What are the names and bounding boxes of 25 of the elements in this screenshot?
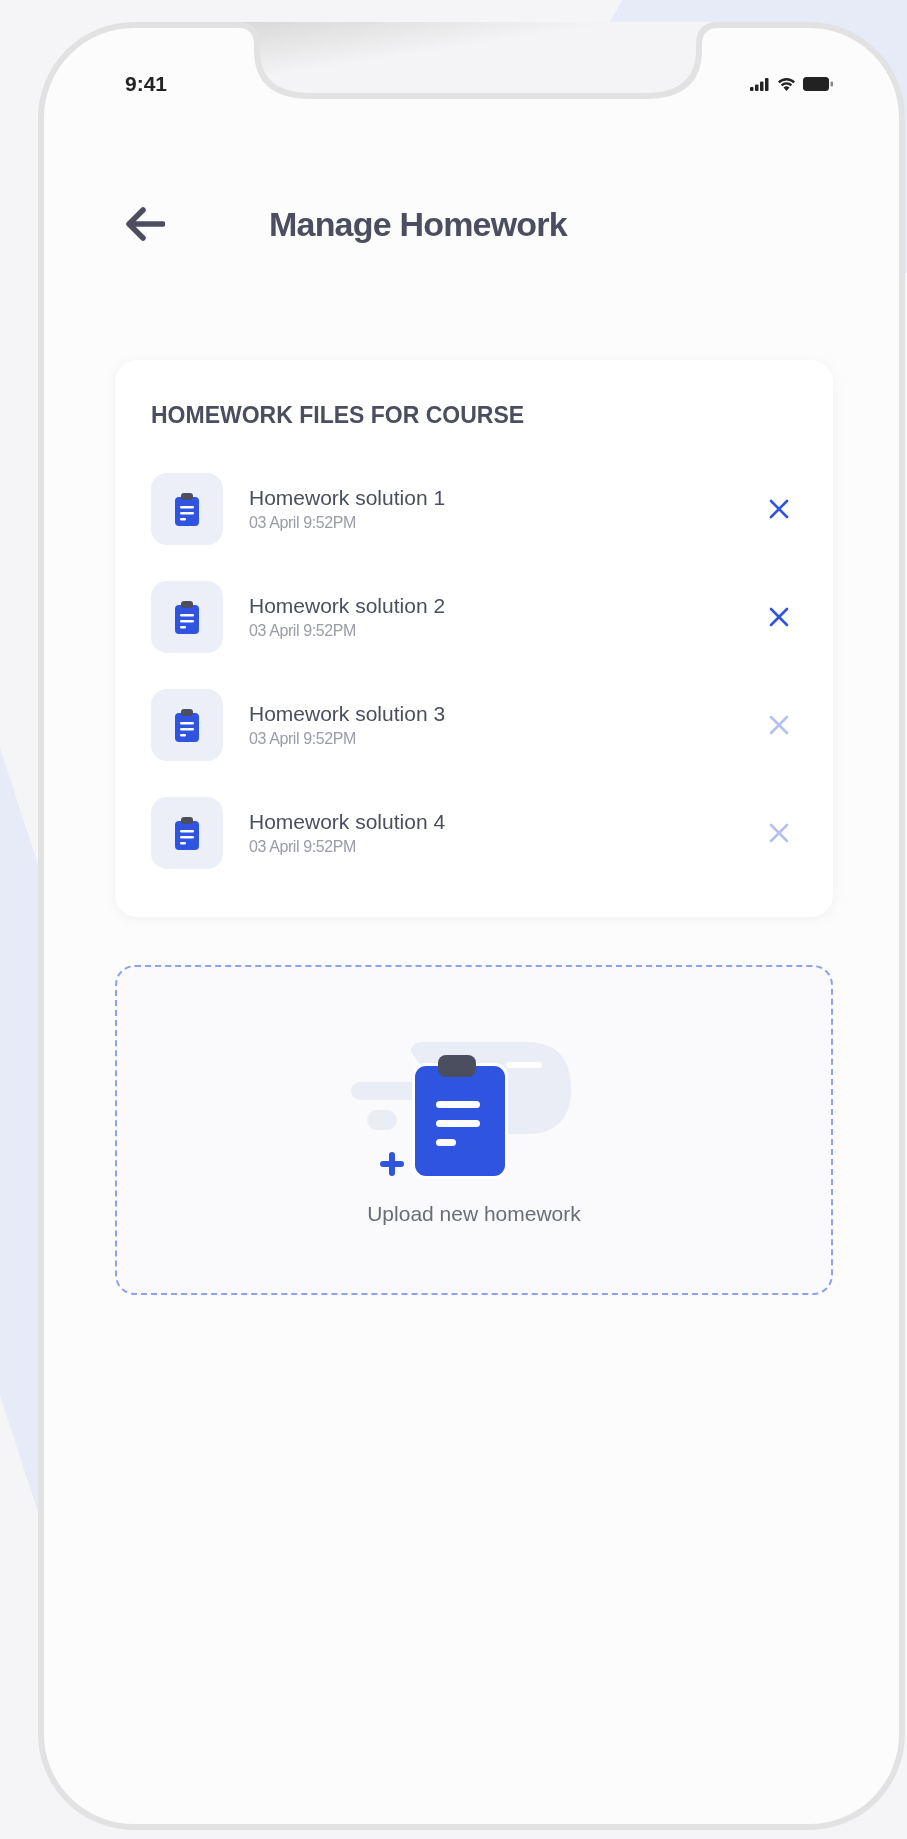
signal-icon <box>750 77 770 91</box>
file-date: 03 April 9:52PM <box>249 514 356 532</box>
file-date: 03 April 9:52PM <box>249 622 356 640</box>
wifi-icon <box>777 77 796 91</box>
clipboard-icon <box>151 689 223 761</box>
close-icon <box>769 823 789 843</box>
back-button[interactable] <box>123 204 167 244</box>
file-name: Homework solution 3 <box>249 702 446 726</box>
card-heading: HOMEWORK FILES FOR COURSE <box>151 402 526 429</box>
close-icon <box>769 607 789 627</box>
file-date: 03 April 9:52PM <box>249 730 356 748</box>
clipboard-icon <box>151 581 223 653</box>
page-title: Manage Homework <box>269 204 567 244</box>
clipboard-icon <box>151 473 223 545</box>
file-name: Homework solution 1 <box>249 486 446 510</box>
file-date: 03 April 9:52PM <box>249 838 356 856</box>
file-name: Homework solution 4 <box>249 810 446 834</box>
close-icon <box>769 499 789 519</box>
upload-dropzone[interactable]: Upload new homework <box>115 965 833 1295</box>
back-arrow-icon <box>125 207 165 241</box>
clipboard-icon <box>151 797 223 869</box>
close-icon <box>769 715 789 735</box>
status-time: 9:41 <box>125 72 168 96</box>
battery-icon <box>803 77 833 91</box>
file-name: Homework solution 2 <box>249 594 446 618</box>
